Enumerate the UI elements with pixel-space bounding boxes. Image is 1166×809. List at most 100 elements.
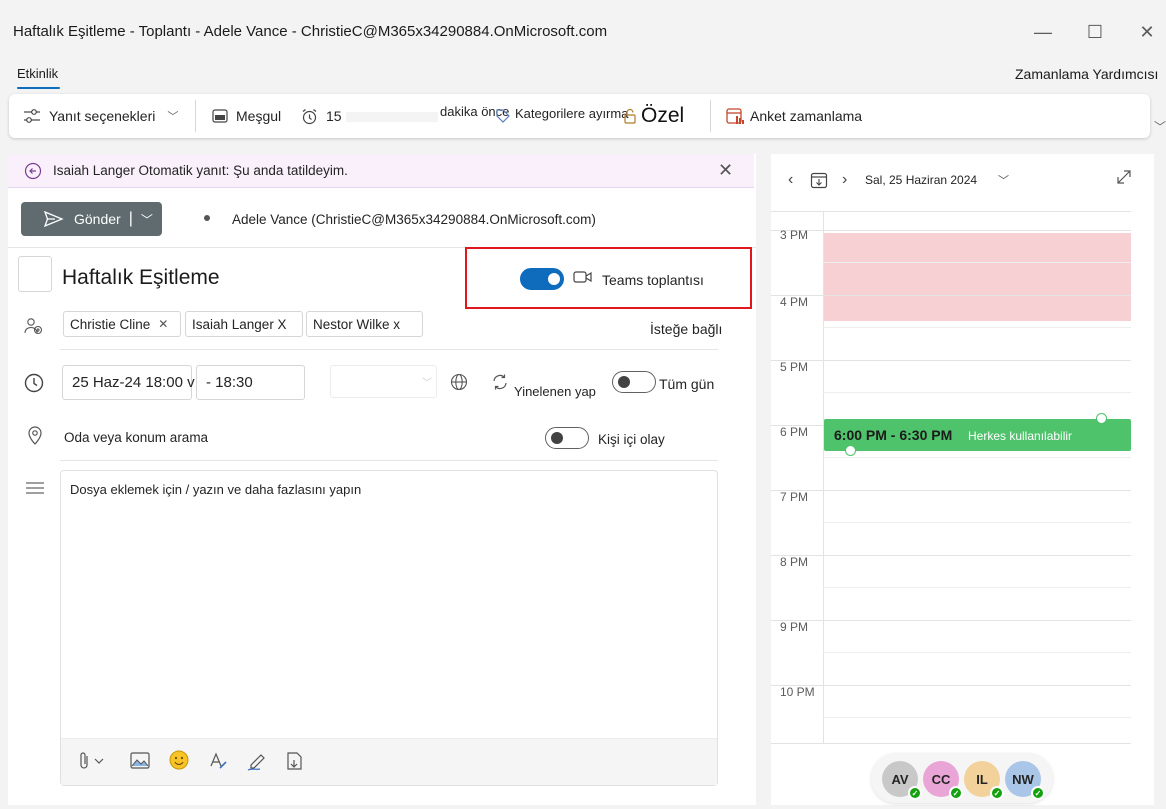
ribbon-expand-chevron-icon[interactable]: ﹀	[1154, 118, 1166, 135]
avatar[interactable]: NW ✓	[1005, 761, 1045, 800]
reminder-field-placeholder	[346, 112, 438, 122]
categorize-button[interactable]	[495, 94, 513, 138]
calendar-date[interactable]: Sal, 25 Haziran 2024	[865, 173, 977, 187]
poll-button[interactable]: Anket zamanlama	[726, 94, 862, 138]
tab-scheduling-assistant[interactable]: Zamanlama Yardımcısı	[1015, 66, 1158, 82]
hour-gridline	[771, 360, 1131, 361]
show-as-button[interactable]: Meşgul	[212, 94, 281, 138]
tab-row	[0, 60, 1166, 94]
next-day-chevron-right-icon[interactable]: ›	[842, 171, 847, 189]
minimize-button[interactable]: —	[1028, 18, 1058, 46]
go-to-today-calendar-icon[interactable]	[810, 171, 828, 189]
attach-paperclip-icon[interactable]	[78, 751, 108, 771]
avatar[interactable]: IL ✓	[964, 761, 1004, 800]
end-time-field[interactable]: - 18:30	[196, 365, 305, 400]
in-person-label: Kişi içi olay	[598, 432, 665, 447]
hour-gridline	[771, 295, 1131, 296]
calendar-top-border	[771, 211, 1131, 212]
timezone-dropdown[interactable]: ﹀	[330, 365, 437, 398]
clock-icon	[24, 373, 44, 393]
private-button[interactable]: Özel	[623, 94, 684, 138]
insert-image-icon[interactable]	[130, 752, 150, 769]
hour-label: 6 PM	[780, 425, 809, 439]
calendar-bottom-border	[771, 743, 1131, 744]
accepted-check-icon: ✓	[949, 786, 963, 800]
hour-gridline	[771, 490, 1131, 491]
category-color-box[interactable]	[18, 256, 52, 292]
avatar-initials: IL	[976, 771, 988, 787]
emoji-icon[interactable]	[169, 750, 189, 770]
half-hour-gridline	[823, 587, 1131, 588]
date-picker-chevron-down-icon[interactable]: ﹀	[998, 172, 1009, 188]
loop-component-icon[interactable]	[286, 751, 304, 771]
divider	[60, 349, 718, 350]
sliders-icon	[23, 108, 41, 124]
send-button[interactable]: Gönder | ﹀	[21, 202, 162, 236]
close-window-button[interactable]: ✕	[1132, 18, 1162, 46]
event-resize-handle-top[interactable]	[1096, 413, 1107, 424]
globe-icon[interactable]	[450, 373, 468, 391]
busy-block	[824, 233, 1131, 321]
hour-label: 4 PM	[780, 295, 809, 309]
start-datetime-field[interactable]: 25 Haz-24 18:00 v	[62, 365, 195, 400]
half-hour-gridline	[823, 262, 1131, 263]
notes-lines-icon	[26, 482, 44, 494]
autoreply-text: Isaiah Langer Otomatik yanıt: Şu anda ta…	[53, 163, 348, 178]
video-camera-icon	[573, 269, 593, 285]
in-person-toggle[interactable]	[545, 427, 589, 449]
accepted-check-icon: ✓	[908, 786, 922, 800]
tab-event[interactable]: Etkinlik	[17, 66, 58, 81]
all-day-toggle[interactable]	[612, 371, 656, 393]
body-placeholder: Dosya eklemek için / yazın ve daha fazla…	[70, 482, 362, 497]
attendee-name: Isaiah Langer X	[192, 316, 287, 332]
teams-meeting-toggle[interactable]	[520, 268, 564, 290]
avatar[interactable]: AV ✓	[882, 761, 922, 800]
avatar-initials: AV	[891, 771, 909, 787]
avatar[interactable]: CC ✓	[923, 761, 963, 800]
response-options-label: Yanıt seçenekleri	[49, 108, 156, 124]
optional-attendees-link[interactable]: İsteğe bağlı	[650, 321, 722, 337]
hour-gridline	[771, 620, 1131, 621]
location-search-input[interactable]: Oda veya konum arama	[64, 430, 208, 445]
private-label: Özel	[641, 104, 685, 127]
from-bullet	[204, 215, 210, 221]
send-divider: |	[128, 210, 133, 227]
hour-gridline	[771, 555, 1131, 556]
maximize-button[interactable]: ☐	[1080, 18, 1110, 46]
dismiss-banner-close-icon[interactable]: ✕	[718, 160, 733, 181]
autoreply-back-arrow-icon	[24, 162, 42, 180]
recurrence-icon[interactable]	[491, 373, 509, 391]
ribbon-toolbar: Yanıt seçenekleri ﹀ Meşgul 15 dakika önc…	[9, 94, 1150, 138]
attendee-name: Nestor Wilke x	[313, 316, 401, 332]
hour-label: 3 PM	[780, 228, 809, 242]
hour-gridline	[771, 685, 1131, 686]
expand-arrow-icon[interactable]	[1115, 168, 1133, 186]
format-toolbar	[61, 738, 717, 785]
attendee-chip[interactable]: Isaiah Langer X	[185, 311, 303, 337]
meeting-title-input[interactable]: Haftalık Eşitleme	[62, 266, 220, 290]
attendee-chip[interactable]: Nestor Wilke x	[306, 311, 423, 337]
toolbar-separator	[195, 100, 196, 132]
reminder-dropdown[interactable]: 15	[301, 94, 342, 138]
from-account[interactable]: Adele Vance (ChristieC@M365x34290884.OnM…	[232, 212, 596, 227]
teams-meeting-label: Teams toplantısı	[602, 272, 704, 288]
accepted-check-icon: ✓	[990, 786, 1004, 800]
hour-label: 7 PM	[780, 490, 809, 504]
all-day-label: Tüm gün	[659, 376, 715, 392]
send-options-chevron-down-icon[interactable]: ﹀	[141, 211, 153, 228]
response-options-button[interactable]: Yanıt seçenekleri ﹀	[23, 94, 178, 138]
send-icon	[44, 211, 64, 227]
event-resize-handle-bottom[interactable]	[845, 445, 856, 456]
accepted-check-icon: ✓	[1031, 786, 1045, 800]
format-text-icon[interactable]	[208, 751, 228, 771]
location-pin-icon	[26, 425, 44, 445]
attendee-chip[interactable]: Christie Cline ✕	[63, 311, 181, 337]
tag-icon	[495, 108, 511, 124]
categorize-label[interactable]: Kategorilere ayırma	[515, 91, 628, 135]
previous-day-chevron-left-icon[interactable]: ‹	[788, 171, 793, 189]
remove-attendee-close-icon[interactable]: ✕	[158, 317, 168, 331]
divider	[60, 460, 718, 461]
make-recurring-label[interactable]: Yinelenen yap	[514, 384, 596, 399]
signature-pen-icon[interactable]	[246, 751, 268, 771]
attendees-icon	[24, 316, 44, 336]
